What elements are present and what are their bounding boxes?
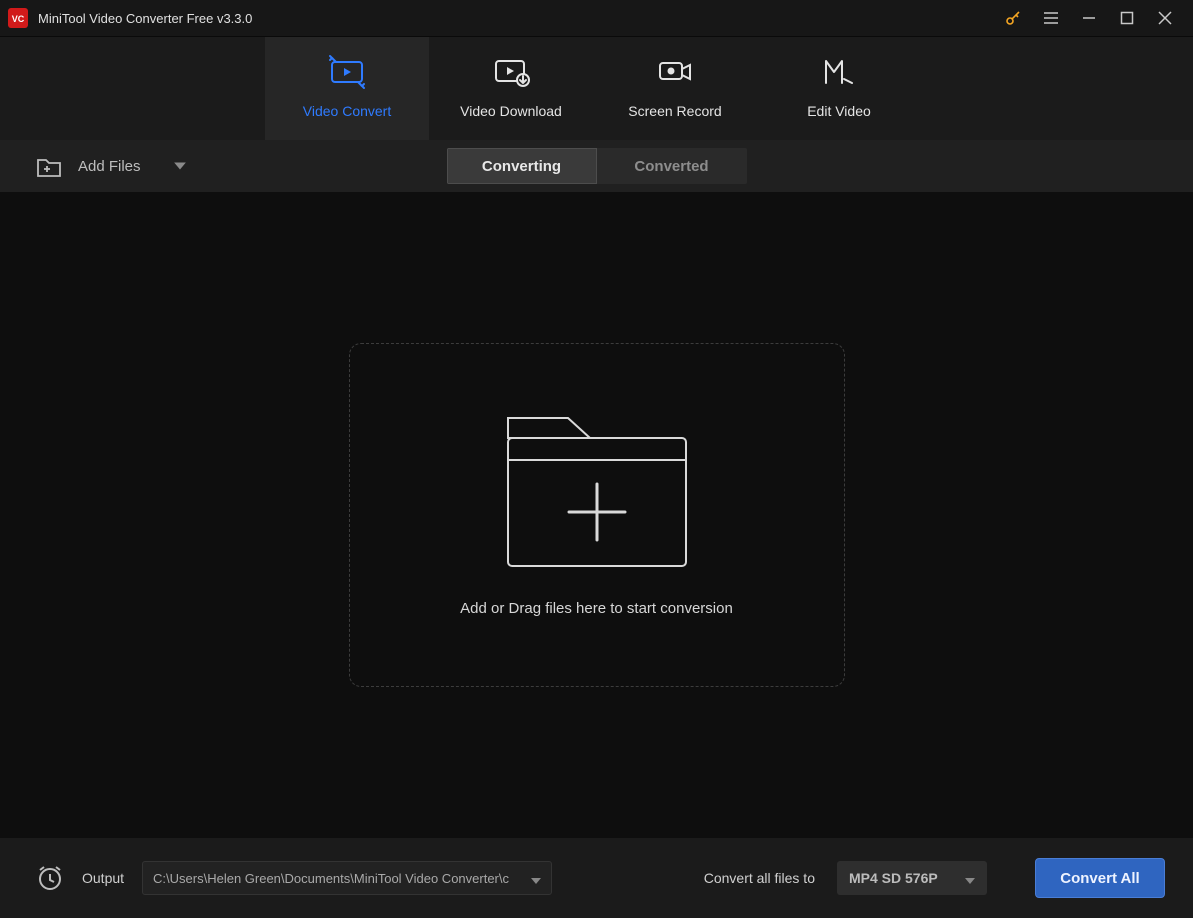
tab-video-download[interactable]: Video Download [429,37,593,140]
subtab-label: Converted [634,158,708,175]
tab-screen-record[interactable]: Screen Record [593,37,757,140]
dropzone-text: Add or Drag files here to start conversi… [460,600,733,617]
add-files-label: Add Files [78,158,141,175]
app-title: MiniTool Video Converter Free v3.3.0 [38,11,252,26]
sub-tabs: Converting Converted [447,148,747,184]
tab-video-convert[interactable]: Video Convert [265,37,429,140]
output-path-text: C:\Users\Helen Green\Documents\MiniTool … [153,871,523,886]
menu-icon[interactable] [1043,10,1059,26]
dropzone[interactable]: Add or Drag files here to start conversi… [349,343,845,687]
output-path-select[interactable]: C:\Users\Helen Green\Documents\MiniTool … [142,861,552,895]
tab-label: Video Download [460,103,562,119]
close-icon[interactable] [1157,10,1173,26]
output-format-text: MP4 SD 576P [849,870,957,886]
window-controls [1005,10,1185,26]
alarm-clock-icon[interactable] [36,864,64,892]
add-files-button[interactable]: Add Files [36,154,187,178]
chevron-down-icon [965,873,975,883]
sub-toolbar: Add Files Converting Converted [0,140,1193,192]
subtab-converting[interactable]: Converting [447,148,597,184]
chevron-down-icon [531,873,541,883]
convert-all-label: Convert All [1060,870,1139,887]
key-icon[interactable] [1005,10,1021,26]
titlebar: VC MiniTool Video Converter Free v3.3.0 [0,0,1193,36]
video-download-icon [494,59,528,85]
convert-to-label: Convert all files to [704,870,815,886]
maximize-icon[interactable] [1119,10,1135,26]
tab-edit-video[interactable]: Edit Video [757,37,921,140]
stage: Add or Drag files here to start conversi… [0,192,1193,838]
video-convert-icon [330,59,364,85]
subtab-converted[interactable]: Converted [597,148,747,184]
tab-label: Video Convert [303,103,391,119]
screen-record-icon [658,59,692,85]
edit-video-icon [822,59,856,85]
subtab-label: Converting [482,158,561,175]
output-label: Output [82,870,124,886]
app-logo: VC [8,8,28,28]
main-nav: Video Convert Video Download Screen Reco… [0,36,1193,140]
tab-label: Edit Video [807,103,871,119]
output-format-select[interactable]: MP4 SD 576P [837,861,987,895]
folder-plus-icon [502,414,692,570]
chevron-down-icon[interactable] [173,159,187,173]
convert-all-button[interactable]: Convert All [1035,858,1165,898]
minimize-icon[interactable] [1081,10,1097,26]
add-file-icon [36,154,62,178]
tab-label: Screen Record [628,103,721,119]
svg-text:VC: VC [12,14,25,24]
bottom-bar: Output C:\Users\Helen Green\Documents\Mi… [0,838,1193,918]
